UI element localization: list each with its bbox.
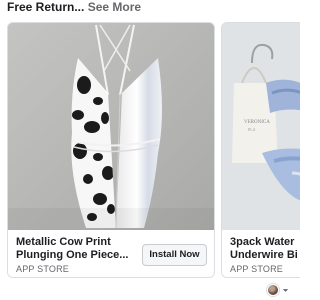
product-info: 3pack Water Underwire Bi APP STORE [222,230,300,277]
product-info: Metallic Cow Print Plunging One Piece...… [8,230,214,277]
product-card[interactable]: VERONICA PLA 3pack Water Underwire Bi AP… [221,22,300,278]
svg-text:PLA: PLA [248,127,256,132]
svg-text:VERONICA: VERONICA [244,120,270,125]
product-image-swimsuit[interactable] [8,23,214,230]
post-as-selector[interactable] [267,283,290,297]
ad-headline: Free Return... [7,0,85,14]
product-carousel[interactable]: Metallic Cow Print Plunging One Piece...… [0,22,300,278]
profile-avatar-icon [267,284,279,296]
product-card[interactable]: Metallic Cow Print Plunging One Piece...… [7,22,215,278]
install-now-button[interactable]: Install Now [142,244,207,266]
product-title: Metallic Cow Print Plunging One Piece... [16,236,129,261]
product-source: APP STORE [230,264,283,274]
product-source: APP STORE [16,264,69,274]
ad-header: Free Return... See More [7,0,141,14]
product-title: 3pack Water Underwire Bi [230,236,298,261]
caret-down-icon [282,288,289,292]
product-image-bikini[interactable]: VERONICA PLA [222,23,300,230]
see-more-link[interactable]: See More [88,0,141,14]
